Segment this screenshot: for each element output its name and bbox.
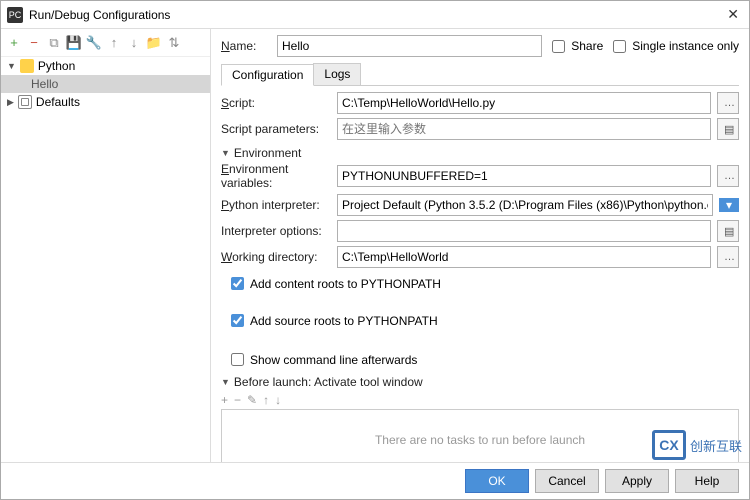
help-button[interactable]: Help <box>675 469 739 493</box>
before-down-icon: ↓ <box>275 393 281 407</box>
down-icon[interactable]: ↓ <box>127 36 141 50</box>
chevron-down-icon: ▼ <box>7 61 16 71</box>
expand-params-button[interactable]: ▤ <box>717 118 739 140</box>
tree-python[interactable]: ▼ Python <box>1 57 210 75</box>
interpreter-label: Python interpreter: <box>221 198 331 212</box>
add-content-roots-checkbox[interactable]: Add content roots to PYTHONPATH <box>227 274 739 293</box>
envvars-input[interactable] <box>337 165 711 187</box>
tree-label: Hello <box>31 77 58 91</box>
name-label: Name: <box>221 39 271 53</box>
sort-icon[interactable]: ⇅ <box>167 36 181 50</box>
script-label: Script: <box>221 96 331 110</box>
add-icon[interactable]: + <box>7 36 21 50</box>
params-input[interactable] <box>337 118 711 140</box>
apply-button[interactable]: Apply <box>605 469 669 493</box>
tab-logs[interactable]: Logs <box>313 63 361 85</box>
tree-label: Python <box>38 59 75 73</box>
config-tree: ▼ Python Hello ▶ Defaults <box>1 57 210 462</box>
watermark: CX 创新互联 <box>652 430 742 460</box>
watermark-text: 创新互联 <box>690 436 742 455</box>
python-icon <box>20 59 34 73</box>
chevron-right-icon: ▶ <box>7 97 14 108</box>
before-edit-icon: ✎ <box>247 393 257 407</box>
env-section: ▼Environment <box>221 146 739 160</box>
share-checkbox[interactable]: Share <box>548 37 603 56</box>
watermark-logo: CX <box>652 430 686 460</box>
name-input[interactable] <box>277 35 542 57</box>
before-launch-section: ▼Before launch: Activate tool window <box>221 375 739 389</box>
expand-interp-opts-button[interactable]: ▤ <box>717 220 739 242</box>
up-icon[interactable]: ↑ <box>107 36 121 50</box>
wrench-icon[interactable]: 🔧 <box>87 36 101 50</box>
interp-opts-label: Interpreter options: <box>221 224 331 238</box>
browse-workdir-button[interactable]: … <box>717 246 739 268</box>
tabs: Configuration Logs <box>221 63 739 86</box>
ok-button[interactable]: OK <box>465 469 529 493</box>
single-instance-checkbox[interactable]: Single instance only <box>609 37 739 56</box>
tab-configuration[interactable]: Configuration <box>221 64 314 86</box>
script-input[interactable] <box>337 92 711 114</box>
folder-icon[interactable]: 📁 <box>147 36 161 50</box>
interp-opts-input[interactable] <box>337 220 711 242</box>
before-up-icon: ↑ <box>263 393 269 407</box>
before-add-icon[interactable]: + <box>221 393 228 407</box>
copy-icon[interactable]: ⧉ <box>47 36 61 50</box>
left-toolbar: + − ⧉ 💾 🔧 ↑ ↓ 📁 ⇅ <box>1 29 210 57</box>
workdir-input[interactable] <box>337 246 711 268</box>
workdir-label: Working directory: <box>221 250 331 264</box>
before-remove-icon: − <box>234 393 241 407</box>
interpreter-dropdown-icon[interactable]: ▾ <box>719 198 739 212</box>
envvars-label: Environment variables: <box>221 162 331 190</box>
app-icon: PC <box>7 7 23 23</box>
tree-defaults[interactable]: ▶ Defaults <box>1 93 210 111</box>
defaults-icon <box>18 95 32 109</box>
tree-hello[interactable]: Hello <box>1 75 210 93</box>
interpreter-select[interactable] <box>337 194 713 216</box>
remove-icon[interactable]: − <box>27 36 41 50</box>
save-icon[interactable]: 💾 <box>67 36 81 50</box>
tree-label: Defaults <box>36 95 80 109</box>
cancel-button[interactable]: Cancel <box>535 469 599 493</box>
show-cmd-checkbox[interactable]: Show command line afterwards <box>227 350 739 369</box>
close-icon[interactable]: ✕ <box>723 6 743 23</box>
browse-script-button[interactable]: … <box>717 92 739 114</box>
edit-envvars-button[interactable]: … <box>717 165 739 187</box>
add-source-roots-checkbox[interactable]: Add source roots to PYTHONPATH <box>227 311 739 330</box>
window-title: Run/Debug Configurations <box>29 8 723 22</box>
params-label: Script parameters: <box>221 122 331 136</box>
